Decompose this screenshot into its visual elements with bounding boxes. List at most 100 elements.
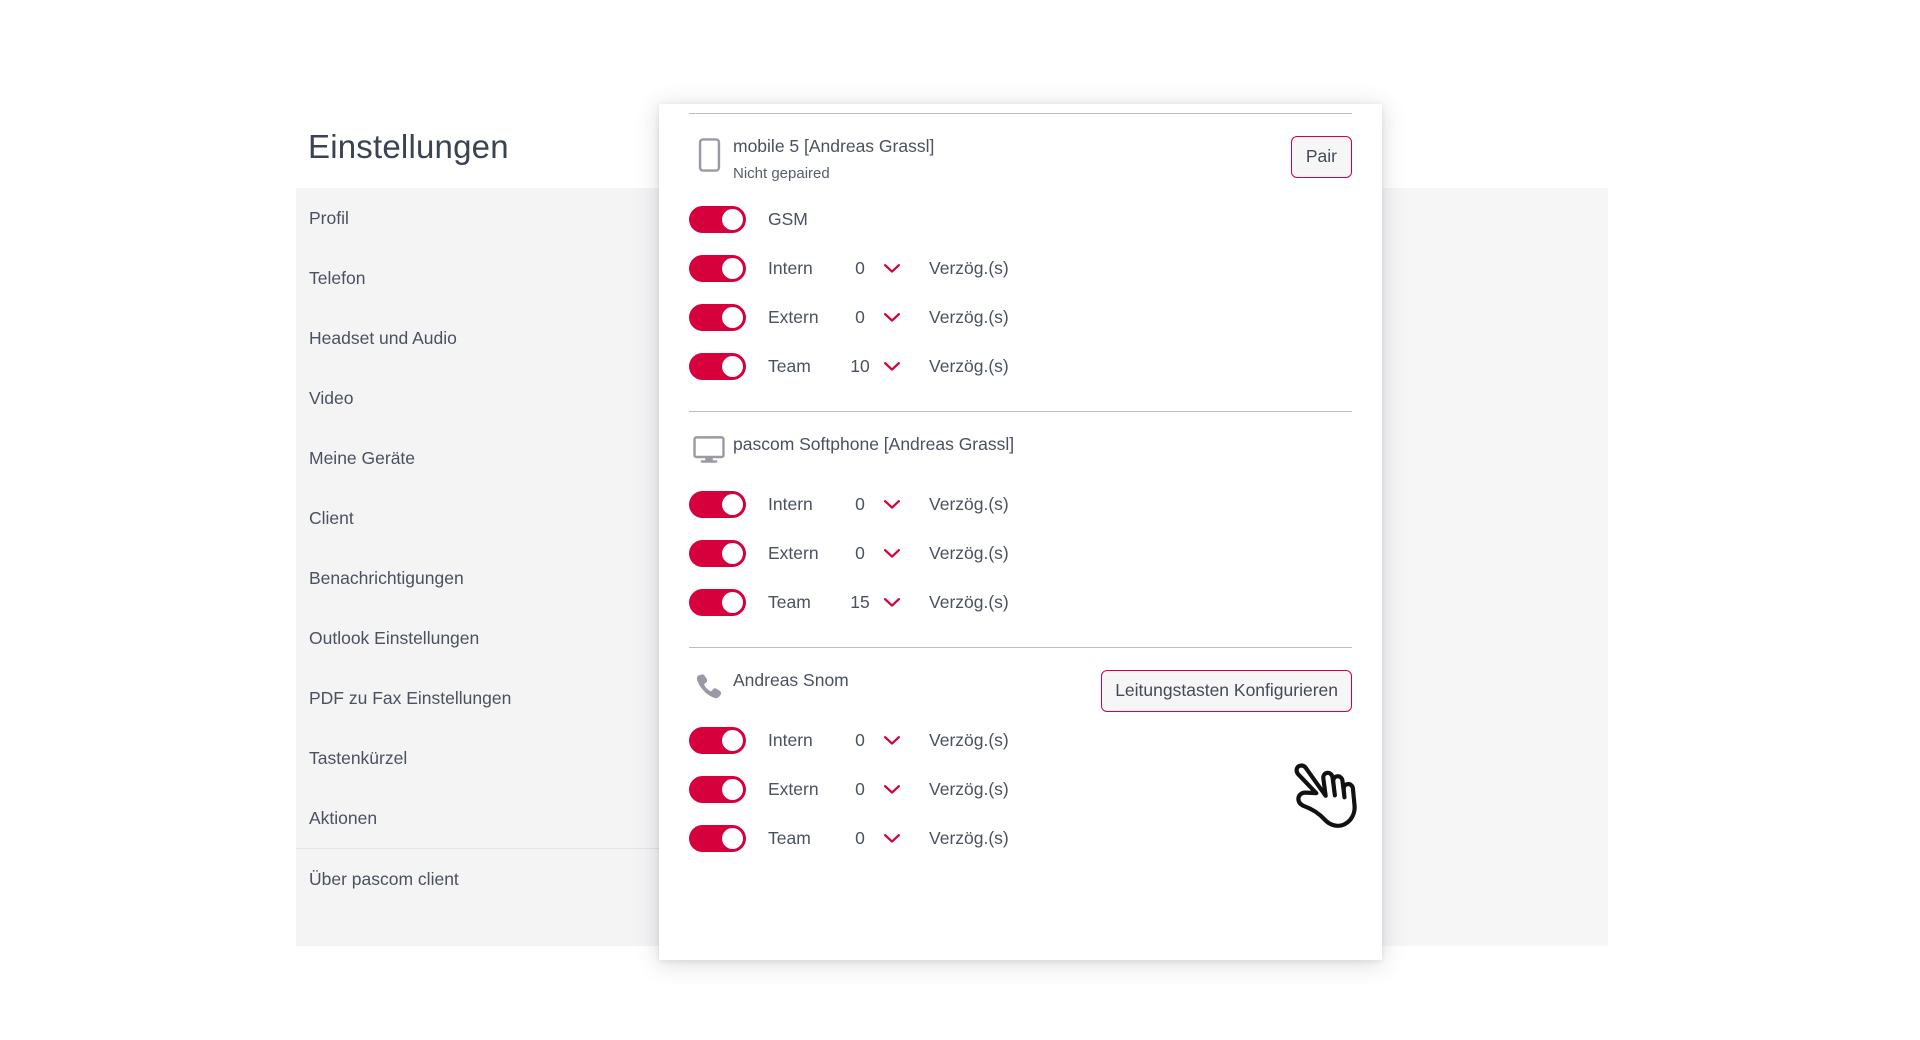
sidebar-item-tastenkürzel[interactable]: Tastenkürzel (296, 728, 688, 788)
option-label: Team (768, 828, 811, 848)
delay-value: 0 (855, 258, 865, 278)
toggle-gsm[interactable] (689, 206, 746, 233)
toggle-extern[interactable] (689, 776, 746, 803)
chevron-down-icon[interactable] (877, 499, 907, 511)
device-section: mobile 5 [Andreas Grassl] Nicht gepaired P… (689, 114, 1352, 411)
option-label: Extern (768, 779, 819, 799)
device-option-rows: GSM Intern 0 Verzög.(s) Extern 0 Verzög.(s) Tea… (689, 183, 1352, 411)
sidebar-item-client[interactable]: Client (296, 488, 688, 548)
toggle-knob (722, 779, 743, 800)
device-list: mobile 5 [Andreas Grassl] Nicht gepaired P… (659, 113, 1382, 883)
option-label: Intern (768, 494, 813, 514)
toggle-knob (722, 356, 743, 377)
option-label: GSM (768, 209, 808, 229)
settings-sidebar: Profil Telefon Headset und Audio Video Meine… (296, 188, 688, 946)
device-section: pascom Softphone [Andreas Grassl] Intern 0… (689, 412, 1352, 647)
chevron-down-icon[interactable] (877, 597, 907, 609)
device-name: Andreas Snom (733, 670, 849, 690)
sidebar-item-label: Client (309, 507, 354, 528)
device-header: Andreas Snom Leitungstasten Konfigurieren (689, 648, 1352, 712)
sidebar-item-label: Telefon (309, 267, 366, 288)
sidebar-item-meine-geräte[interactable]: Meine Geräte (296, 428, 688, 488)
sidebar-item-benachrichtigungen[interactable]: Benachrichtigungen (296, 548, 688, 608)
sidebar-item-label: Profil (309, 207, 349, 228)
device-option-rows: Intern 0 Verzög.(s) Extern 0 Verzög.(s) Team 15… (689, 468, 1352, 647)
sidebar-item-video[interactable]: Video (296, 368, 688, 428)
toggle-knob (722, 543, 743, 564)
sidebar-item-über-pascom-client[interactable]: Über pascom client (296, 849, 688, 909)
toggle-knob (722, 592, 743, 613)
delay-unit-label: Verzög.(s) (929, 494, 1009, 514)
chevron-down-icon[interactable] (877, 784, 907, 796)
device-text-group: pascom Softphone [Andreas Grassl] (729, 434, 1014, 455)
device-pair-status: Nicht gepaired (733, 165, 830, 182)
device-name: mobile 5 [Andreas Grassl] (733, 136, 935, 156)
delay-unit-label: Verzög.(s) (929, 307, 1009, 327)
delay-unit-label: Verzög.(s) (929, 730, 1009, 750)
delay-value: 0 (855, 730, 865, 750)
delay-unit-label: Verzög.(s) (929, 828, 1009, 848)
sidebar-item-label: Outlook Einstellungen (309, 627, 480, 648)
delay-value: 10 (850, 356, 870, 376)
desktop-monitor-icon (689, 434, 729, 464)
device-option-row: Extern 0 Verzög.(s) (689, 529, 1352, 578)
sidebar-item-profil[interactable]: Profil (296, 188, 688, 248)
toggle-team[interactable] (689, 353, 746, 380)
option-label: Intern (768, 258, 813, 278)
toggle-extern[interactable] (689, 304, 746, 331)
device-option-row: Team 15 Verzög.(s) (689, 578, 1352, 627)
page-title: Einstellungen (308, 128, 509, 165)
chevron-down-icon[interactable] (877, 361, 907, 373)
sidebar-item-headset-und-audio[interactable]: Headset und Audio (296, 308, 688, 368)
toggle-knob (722, 828, 743, 849)
pair-button[interactable]: Pair (1290, 136, 1352, 178)
toggle-team[interactable] (689, 589, 746, 616)
option-label: Team (768, 356, 811, 376)
sidebar-item-pdf-zu-fax-einstellungen[interactable]: PDF zu Fax Einstellungen (296, 668, 688, 728)
device-option-row: Intern 0 Verzög.(s) (689, 480, 1352, 529)
toggle-knob (722, 730, 743, 751)
toggle-knob (722, 307, 743, 328)
sidebar-item-label: Headset und Audio (309, 327, 457, 348)
desk-phone-icon (689, 670, 729, 700)
configure-line-keys-button[interactable]: Leitungstasten Konfigurieren (1101, 670, 1352, 712)
delay-value: 0 (855, 307, 865, 327)
option-label: Team (768, 592, 811, 612)
option-label: Extern (768, 543, 819, 563)
chevron-down-icon[interactable] (877, 833, 907, 845)
sidebar-item-telefon[interactable]: Telefon (296, 248, 688, 308)
toggle-intern[interactable] (689, 255, 746, 282)
sidebar-item-label: PDF zu Fax Einstellungen (309, 687, 512, 708)
device-option-row: Extern 0 Verzög.(s) (689, 293, 1352, 342)
delay-unit-label: Verzög.(s) (929, 356, 1009, 376)
chevron-down-icon[interactable] (877, 548, 907, 560)
sidebar-item-label: Tastenkürzel (309, 747, 408, 768)
sidebar-item-label: Benachrichtigungen (309, 567, 464, 588)
toggle-intern[interactable] (689, 727, 746, 754)
delay-value: 0 (855, 543, 865, 563)
toggle-extern[interactable] (689, 540, 746, 567)
chevron-down-icon[interactable] (877, 263, 907, 275)
toggle-knob (722, 258, 743, 279)
my-devices-modal: mobile 5 [Andreas Grassl] Nicht gepaired P… (659, 104, 1382, 960)
sidebar-item-label: Aktionen (309, 807, 378, 828)
sidebar-item-label: Über pascom client (309, 868, 459, 889)
chevron-down-icon[interactable] (877, 735, 907, 747)
option-label: Intern (768, 730, 813, 750)
device-header: pascom Softphone [Andreas Grassl] (689, 412, 1352, 468)
sidebar-item-outlook-einstellungen[interactable]: Outlook Einstellungen (296, 608, 688, 668)
delay-value: 15 (850, 592, 870, 612)
device-option-row: Team 10 Verzög.(s) (689, 342, 1352, 391)
device-option-row: Intern 0 Verzög.(s) (689, 716, 1352, 765)
toggle-intern[interactable] (689, 491, 746, 518)
device-header: mobile 5 [Andreas Grassl] Nicht gepaired P… (689, 114, 1352, 183)
chevron-down-icon[interactable] (877, 312, 907, 324)
app-root: Einstellungen Profil Telefon Headset und A… (0, 0, 1920, 1040)
delay-unit-label: Verzög.(s) (929, 592, 1009, 612)
mobile-phone-icon (689, 136, 729, 172)
toggle-team[interactable] (689, 825, 746, 852)
device-text-group: mobile 5 [Andreas Grassl] Nicht gepaired (729, 136, 934, 183)
sidebar-item-aktionen[interactable]: Aktionen (296, 788, 688, 848)
device-option-row: GSM (689, 195, 1352, 244)
device-option-rows: Intern 0 Verzög.(s) Extern 0 Verzög.(s) Team 0 V… (689, 704, 1352, 883)
